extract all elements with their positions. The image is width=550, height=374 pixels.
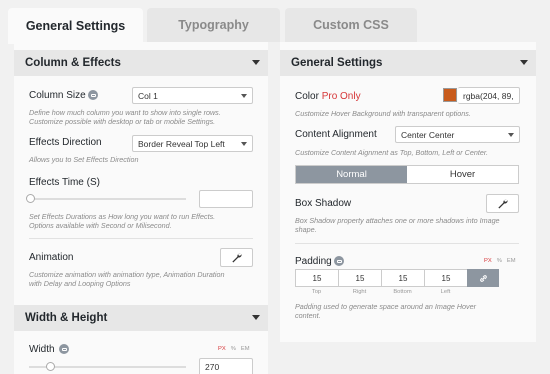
padding-label: Padding xyxy=(295,256,332,267)
width-slider-handle[interactable] xyxy=(46,362,55,371)
content-alignment-desc: Customize Content Aignment as Top, Botto… xyxy=(295,148,488,157)
padding-right-input[interactable]: 15 xyxy=(338,269,382,287)
responsive-device-icon[interactable] xyxy=(88,90,98,100)
responsive-device-icon[interactable] xyxy=(334,256,344,266)
animation-settings-button[interactable] xyxy=(220,248,253,267)
responsive-device-icon[interactable] xyxy=(59,344,69,354)
content-alignment-label: Content Alignment xyxy=(295,129,377,140)
chevron-down-icon xyxy=(241,94,247,98)
effects-time-label: Effects Time (S) xyxy=(29,177,100,188)
padding-top-label: Top xyxy=(311,289,322,295)
unit-px[interactable]: PX xyxy=(218,346,226,352)
caret-down-icon xyxy=(252,315,260,320)
state-toggle: Normal Hover xyxy=(295,165,519,184)
animation-desc-1: Customize animation with animation type,… xyxy=(29,270,225,279)
width-height-header[interactable]: Width & Height xyxy=(14,305,268,331)
width-unit-selector: PX % EM xyxy=(218,346,250,352)
padding-inputs: 15 15 15 15 xyxy=(295,269,519,287)
padding-left-input[interactable]: 15 xyxy=(424,269,468,287)
column-size-value: Col 1 xyxy=(138,90,158,101)
padding-side-labels: Top Right Bottom Left xyxy=(295,289,475,295)
padding-desc-1: Padding used to generate space around an… xyxy=(295,302,477,311)
animation-desc-2: with Delay and Looping Options xyxy=(29,279,131,288)
left-panel: Column & Effects Column Size Col 1 Defin… xyxy=(14,42,268,374)
column-effects-title: Column & Effects xyxy=(25,57,121,69)
padding-unit-selector: PX % EM xyxy=(484,258,516,264)
tab-custom-css[interactable]: Custom CSS xyxy=(285,8,417,42)
width-label: Width xyxy=(29,344,55,355)
effects-time-desc-2: Options available with Second or Milisec… xyxy=(29,221,172,230)
unit-em[interactable]: EM xyxy=(241,346,250,352)
effects-direction-select[interactable]: Border Reveal Top Left xyxy=(132,135,253,152)
width-input[interactable]: 270 xyxy=(199,358,253,374)
general-settings-title: General Settings xyxy=(291,57,383,69)
hover-state-button[interactable]: Hover xyxy=(407,166,518,183)
settings-tabs: General Settings Typography Custom CSS xyxy=(0,0,550,44)
box-shadow-desc-2: shape. xyxy=(295,225,317,234)
link-values-button[interactable] xyxy=(467,269,499,287)
width-height-title: Width & Height xyxy=(25,312,108,324)
padding-right-label: Right xyxy=(352,289,367,295)
wrench-icon xyxy=(498,199,508,209)
effects-direction-value: Border Reveal Top Left xyxy=(138,138,225,149)
unit-em[interactable]: EM xyxy=(507,258,516,264)
box-shadow-label: Box Shadow xyxy=(295,198,352,209)
wrench-icon xyxy=(232,253,242,263)
tab-general-settings[interactable]: General Settings xyxy=(8,8,143,44)
column-size-label: Column Size xyxy=(29,90,86,101)
effects-direction-label: Effects Direction xyxy=(29,137,102,148)
padding-bottom-input[interactable]: 15 xyxy=(381,269,425,287)
box-shadow-settings-button[interactable] xyxy=(486,194,519,213)
divider xyxy=(29,238,253,239)
unit-percent[interactable]: % xyxy=(497,258,502,264)
normal-state-button[interactable]: Normal xyxy=(296,166,407,183)
pro-only-badge: Pro Only xyxy=(321,91,361,102)
padding-desc-2: content. xyxy=(295,311,321,320)
box-shadow-desc-1: Box Shadow property attaches one or more… xyxy=(295,216,500,225)
column-size-desc-1: Define how much column you want to show … xyxy=(29,108,221,117)
effects-time-input[interactable] xyxy=(199,190,253,208)
unit-px[interactable]: PX xyxy=(484,258,492,264)
column-size-desc-2: Customize possible with desktop or tab o… xyxy=(29,117,216,126)
color-value-input[interactable]: rgba(204, 89, xyxy=(458,87,520,104)
color-swatch[interactable] xyxy=(443,88,457,102)
effects-time-slider-handle[interactable] xyxy=(26,194,35,203)
link-icon xyxy=(479,274,487,282)
color-label: Color Pro Only xyxy=(295,91,361,102)
caret-down-icon xyxy=(520,60,528,65)
content-alignment-select[interactable]: Center Center xyxy=(395,126,520,143)
column-effects-header[interactable]: Column & Effects xyxy=(14,50,268,76)
chevron-down-icon xyxy=(241,142,247,146)
right-panel: General Settings Color Pro Only rgba(204… xyxy=(280,42,536,342)
unit-percent[interactable]: % xyxy=(231,346,236,352)
padding-top-input[interactable]: 15 xyxy=(295,269,339,287)
column-size-select[interactable]: Col 1 xyxy=(132,87,253,104)
divider xyxy=(295,243,519,244)
color-desc: Customize Hover Background with transpar… xyxy=(295,109,471,118)
chevron-down-icon xyxy=(508,133,514,137)
padding-left-label: Left xyxy=(440,289,451,295)
effects-direction-desc: Allows you to Set Effects Direction xyxy=(29,155,139,164)
caret-down-icon xyxy=(252,60,260,65)
tab-typography[interactable]: Typography xyxy=(147,8,280,42)
animation-label: Animation xyxy=(29,252,74,263)
effects-time-slider-track[interactable] xyxy=(29,198,186,200)
effects-time-desc-1: Set Effects Durations as How long you wa… xyxy=(29,212,216,221)
general-settings-header[interactable]: General Settings xyxy=(280,50,536,76)
padding-bottom-label: Bottom xyxy=(393,289,412,295)
content-alignment-value: Center Center xyxy=(401,129,455,140)
